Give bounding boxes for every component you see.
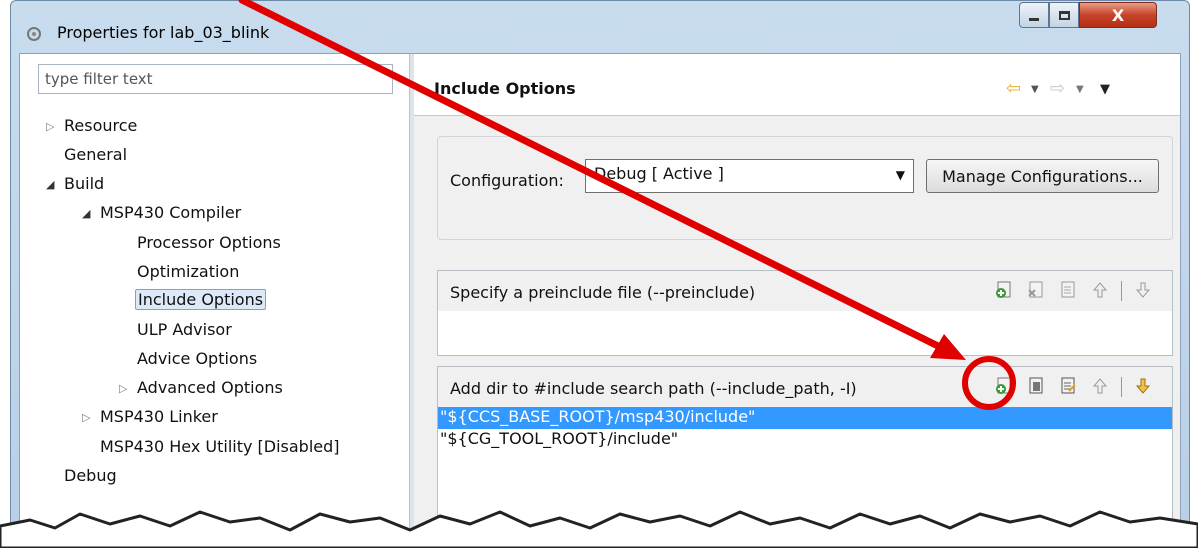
maximize-button[interactable] [1049, 2, 1079, 28]
title-bar: Properties for lab_03_blink X [11, 1, 1189, 53]
expand-arrow-icon[interactable]: ▷ [82, 411, 90, 424]
collapse-arrow-icon[interactable]: ◢ [46, 178, 54, 191]
dialog-body: ▷ Resource General ◢ Build ◢ MSP430 Comp… [19, 53, 1181, 547]
tree-item-optimization[interactable]: Optimization [137, 262, 239, 281]
delete-icon[interactable] [1025, 375, 1047, 397]
tree-item-label: Debug [64, 466, 117, 485]
properties-icon [27, 27, 41, 41]
collapse-arrow-icon[interactable]: ◢ [82, 207, 90, 220]
tree-item-label: Resource [64, 116, 138, 135]
tree-item-general[interactable]: General [64, 145, 127, 164]
page-header: Include Options ⇦ ▼ ⇨ ▼ ▼ [414, 54, 1180, 116]
close-icon: X [1111, 5, 1125, 25]
tree-item-label: Processor Options [137, 233, 281, 252]
tree-item-label: MSP430 Hex Utility [Disabled] [100, 437, 340, 456]
tree-item-label: Include Options [135, 289, 267, 310]
close-button[interactable]: X [1079, 2, 1157, 28]
forward-arrow-icon[interactable]: ⇨ [1050, 78, 1065, 99]
move-up-icon[interactable] [1089, 279, 1111, 301]
include-path-toolbar [993, 375, 1154, 399]
tree-item-debug[interactable]: Debug [64, 466, 117, 485]
torn-edge-decoration [0, 510, 1198, 548]
move-down-icon[interactable] [1132, 375, 1154, 397]
dropdown-arrow-icon: ▼ [895, 168, 905, 182]
tree-item-label: MSP430 Linker [100, 407, 218, 426]
include-path-header: Add dir to #include search path (--inclu… [438, 367, 1172, 407]
list-item[interactable]: "${CCS_BASE_ROOT}/msp430/include" [438, 407, 1172, 429]
tree-item-label: ULP Advisor [137, 320, 232, 339]
tree-item-include-options[interactable]: Include Options [135, 289, 267, 310]
preinclude-title: Specify a preinclude file (--preinclude) [450, 283, 756, 302]
include-path-list: "${CCS_BASE_ROOT}/msp430/include" "${CG_… [438, 407, 1172, 451]
tree-item-label: Optimization [137, 262, 240, 281]
edit-icon[interactable] [1057, 279, 1079, 301]
tree-item-label: Build [64, 174, 105, 193]
configuration-select[interactable]: Debug [ Active ] ▼ [585, 159, 914, 193]
tree-item-msp430-linker[interactable]: ▷ MSP430 Linker [82, 407, 218, 426]
window-title: Properties for lab_03_blink [57, 23, 270, 42]
tree-item-label: Advice Options [137, 349, 258, 368]
tree-item-ulp-advisor[interactable]: ULP Advisor [137, 320, 232, 339]
toolbar-separator [1121, 377, 1122, 397]
edit-icon[interactable] [1057, 375, 1079, 397]
tree-item-resource[interactable]: ▷ Resource [46, 116, 137, 135]
list-item[interactable]: "${CG_TOOL_ROOT}/include" [438, 429, 1172, 451]
tree-item-advice-options[interactable]: Advice Options [137, 349, 257, 368]
include-path-title: Add dir to #include search path (--inclu… [450, 379, 857, 398]
tree-item-label: Advanced Options [137, 378, 283, 397]
preinclude-header: Specify a preinclude file (--preinclude) [438, 271, 1172, 311]
configuration-label: Configuration: [450, 171, 564, 190]
expand-arrow-icon[interactable]: ▷ [119, 382, 127, 395]
tree-item-label: MSP430 Compiler [100, 203, 242, 222]
tree-pane: ▷ Resource General ◢ Build ◢ MSP430 Comp… [20, 54, 409, 546]
tree-item-label: General [64, 145, 128, 164]
tree-item-msp430-compiler[interactable]: ◢ MSP430 Compiler [82, 203, 241, 222]
expand-arrow-icon[interactable]: ▷ [46, 120, 54, 133]
minimize-icon [1029, 17, 1039, 21]
chevron-down-icon[interactable]: ▼ [1031, 84, 1039, 95]
page-title: Include Options [434, 79, 576, 98]
filter-input[interactable] [38, 64, 393, 94]
preinclude-toolbar [993, 279, 1154, 303]
minimize-button[interactable] [1019, 2, 1049, 28]
toolbar-separator [1121, 281, 1122, 301]
preinclude-group: Specify a preinclude file (--preinclude) [437, 270, 1173, 356]
settings-pane: Include Options ⇦ ▼ ⇨ ▼ ▼ Configuration:… [414, 54, 1180, 547]
delete-icon[interactable] [1025, 279, 1047, 301]
add-icon[interactable] [993, 375, 1015, 397]
maximize-icon [1058, 10, 1070, 20]
move-down-icon[interactable] [1132, 279, 1154, 301]
chevron-down-icon[interactable]: ▼ [1076, 84, 1084, 95]
view-menu-icon[interactable]: ▼ [1100, 82, 1110, 97]
tree-item-hex-utility[interactable]: MSP430 Hex Utility [Disabled] [100, 437, 340, 456]
tree-item-advanced-options[interactable]: ▷ Advanced Options [119, 378, 283, 397]
configuration-group: Configuration: Debug [ Active ] ▼ Manage… [437, 136, 1173, 240]
add-icon[interactable] [993, 279, 1015, 301]
properties-window: Properties for lab_03_blink X ▷ Resource… [10, 0, 1190, 548]
tree-item-build[interactable]: ◢ Build [46, 174, 104, 193]
manage-configurations-button[interactable]: Manage Configurations... [926, 159, 1159, 193]
configuration-value: Debug [ Active ] [594, 164, 724, 183]
move-up-icon[interactable] [1089, 375, 1111, 397]
tree-item-processor-options[interactable]: Processor Options [137, 233, 281, 252]
back-arrow-icon[interactable]: ⇦ [1006, 78, 1021, 99]
